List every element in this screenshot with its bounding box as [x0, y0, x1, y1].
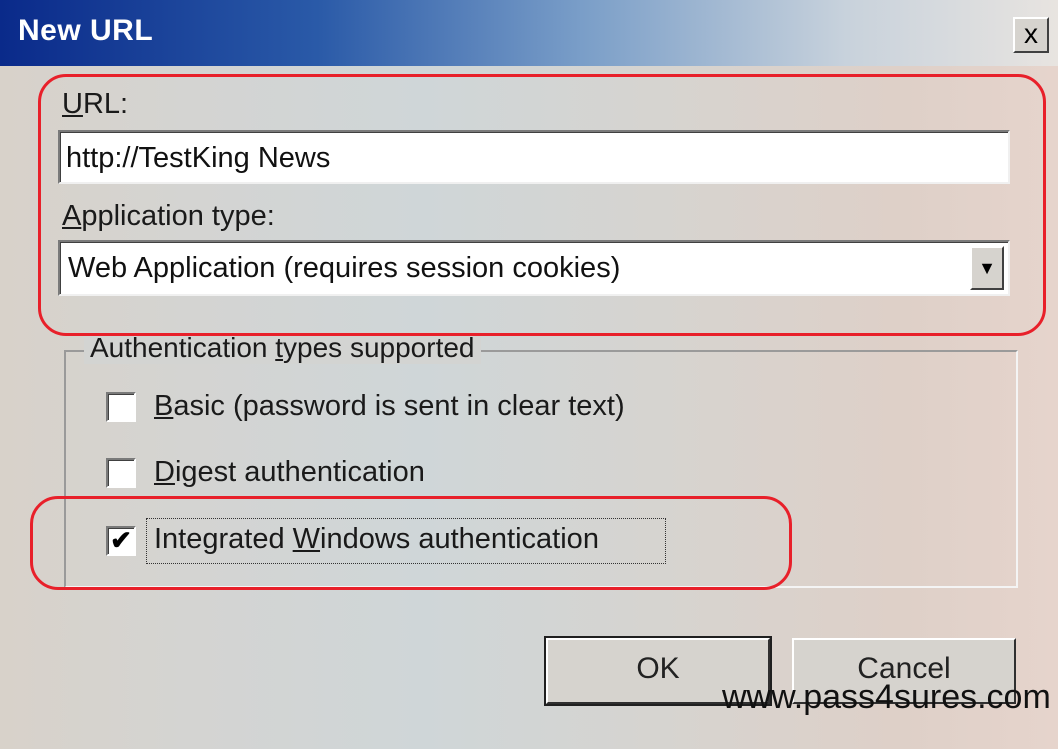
- basic-auth-label[interactable]: Basic (password is sent in clear text): [154, 390, 625, 423]
- authentication-types-title: Authentication types supported: [84, 332, 481, 364]
- application-type-label: Application type:: [62, 200, 275, 232]
- title-bar: New URL: [0, 0, 1058, 66]
- application-type-select[interactable]: Web Application (requires session cookie…: [58, 240, 1010, 296]
- watermark-text: www.pass4sures.com: [722, 678, 1051, 716]
- integrated-windows-auth-checkbox[interactable]: ✔: [106, 526, 136, 556]
- integrated-windows-auth-label[interactable]: Integrated Windows authentication: [154, 523, 599, 556]
- url-input[interactable]: http://TestKing News: [58, 130, 1010, 184]
- close-button[interactable]: x: [1013, 17, 1049, 53]
- chevron-down-icon[interactable]: ▼: [970, 246, 1004, 290]
- digest-auth-label[interactable]: Digest authentication: [154, 456, 425, 489]
- basic-auth-checkbox[interactable]: [106, 392, 136, 422]
- digest-auth-checkbox[interactable]: [106, 458, 136, 488]
- window-title: New URL: [18, 14, 154, 47]
- url-label: URL:: [62, 88, 129, 120]
- application-type-value: Web Application (requires session cookie…: [68, 252, 621, 284]
- check-icon: ✔: [110, 525, 132, 555]
